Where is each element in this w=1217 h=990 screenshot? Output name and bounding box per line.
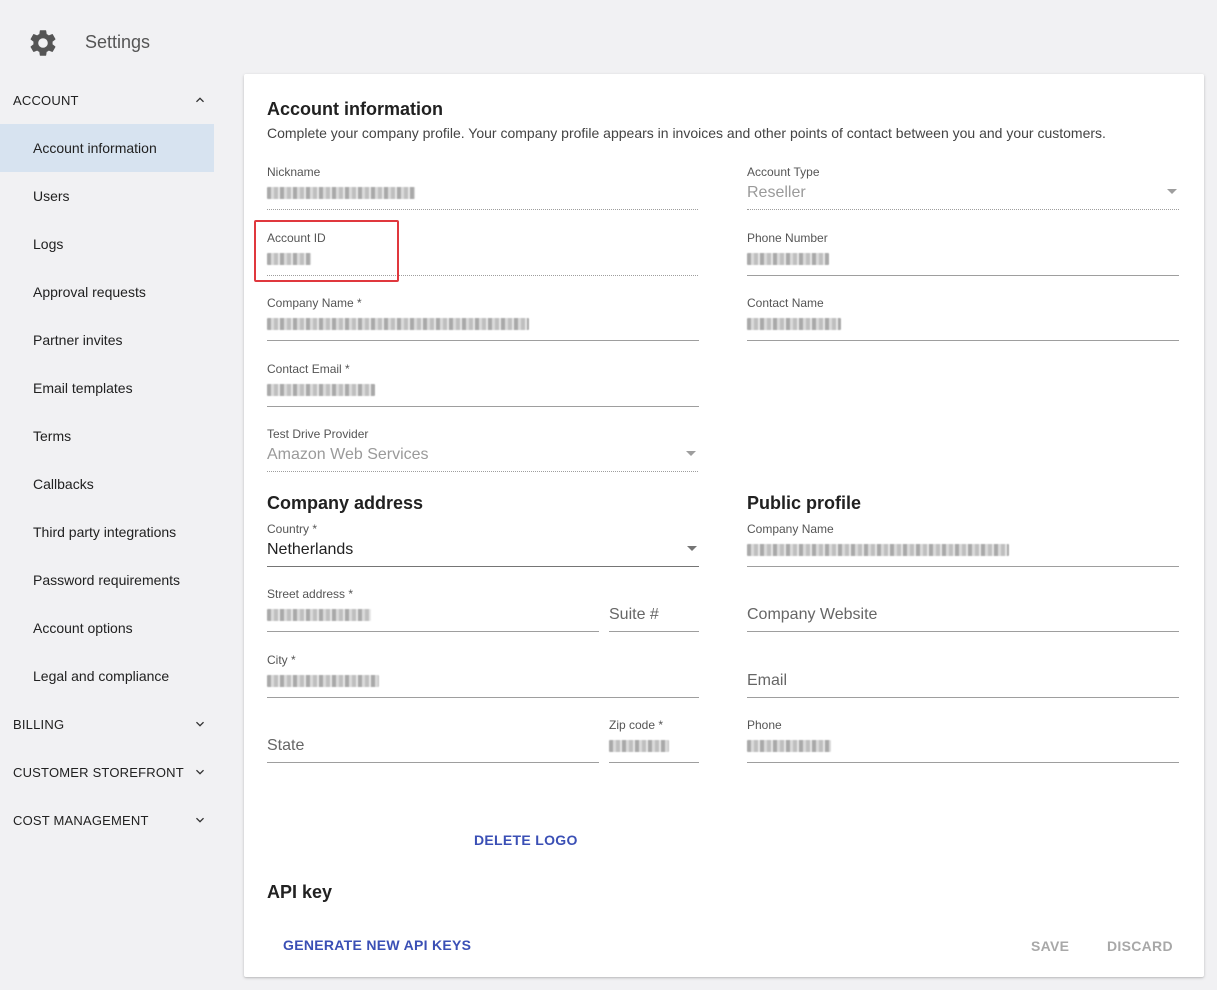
public-phone-field[interactable]: Phone [747,717,1179,763]
state-field[interactable]: State [267,717,599,763]
public-profile-title: Public profile [747,493,862,513]
card-title: Account information [267,99,443,119]
sidebar-item-callbacks[interactable]: Callbacks [0,460,214,508]
field-label: Contact Name [747,296,824,310]
field-label: Zip code * [609,718,664,732]
sidebar-section-label: ACCOUNT [13,92,79,108]
dropdown-caret-icon [687,546,697,551]
contact-email-field[interactable]: Contact Email * [267,361,699,407]
sidebar-item-third-party-integrations[interactable]: Third party integrations [0,508,214,556]
sidebar-item-approval-requests[interactable]: Approval requests [0,268,214,316]
settings-sidebar: ACCOUNT Account information Users Logs A… [0,76,214,844]
account-type-value: Reseller [747,184,806,201]
sidebar-section-account[interactable]: ACCOUNT [0,76,214,124]
discard-button[interactable]: DISCARD [1107,938,1173,954]
account-type-select[interactable]: Account Type Reseller [747,164,1179,210]
zip-code-field[interactable]: Zip code * [609,717,699,763]
field-label: Contact Email * [267,362,350,376]
sidebar-item-email-templates[interactable]: Email templates [0,364,214,412]
test-drive-provider-select[interactable]: Test Drive Provider Amazon Web Services [267,426,698,472]
app-header: Settings [0,0,1217,84]
sidebar-item-logs[interactable]: Logs [0,220,214,268]
sidebar-item-partner-invites[interactable]: Partner invites [0,316,214,364]
street-address-value [267,602,599,628]
company-address-title: Company address [267,493,424,513]
company-website-placeholder: Company Website [747,606,878,623]
nickname-value [267,180,698,206]
field-label: Nickname [267,165,321,179]
sidebar-item-account-options[interactable]: Account options [0,604,214,652]
test-drive-provider-value: Amazon Web Services [267,446,429,463]
state-placeholder: State [267,737,305,754]
company-name-field[interactable]: Company Name * [267,295,699,341]
account-id-highlight [254,220,399,282]
chevron-up-icon [196,97,204,103]
public-email-field[interactable]: Email [747,652,1179,698]
field-label: Company Name * [267,296,362,310]
generate-api-keys-button[interactable]: GENERATE NEW API KEYS [283,937,471,953]
sidebar-section-billing[interactable]: BILLING [0,700,214,748]
account-information-card: Account information Complete your compan… [244,74,1204,977]
field-label: Test Drive Provider [267,427,369,441]
public-company-name-value [747,537,1179,563]
public-company-name-field[interactable]: Company Name [747,521,1179,567]
chevron-down-icon [196,721,204,727]
nickname-field[interactable]: Nickname [267,164,698,210]
street-address-field[interactable]: Street address * [267,586,599,632]
dropdown-caret-icon [686,451,696,456]
phone-number-field[interactable]: Phone Number [747,230,1179,276]
sidebar-item-account-information[interactable]: Account information [0,124,214,172]
field-label: Street address * [267,587,354,601]
contact-name-field[interactable]: Contact Name [747,295,1179,341]
city-value [267,668,699,694]
contact-name-value [747,311,1179,337]
sidebar-section-cost-management[interactable]: COST MANAGEMENT [0,796,214,844]
gear-icon [30,30,56,56]
chevron-down-icon [196,769,204,775]
delete-logo-button[interactable]: DELETE LOGO [474,832,578,848]
sidebar-item-users[interactable]: Users [0,172,214,220]
sidebar-section-label: COST MANAGEMENT [13,812,149,828]
country-select[interactable]: Country * Netherlands [267,521,699,567]
company-website-field[interactable]: Company Website [747,586,1179,632]
field-label: Phone Number [747,231,828,245]
country-value: Netherlands [267,541,354,558]
page-title: Settings [85,32,151,52]
sidebar-section-customer-storefront[interactable]: CUSTOMER STOREFRONT [0,748,214,796]
sidebar-item-password-requirements[interactable]: Password requirements [0,556,214,604]
field-label: Company Name [747,522,834,536]
contact-email-value [267,377,699,403]
chevron-down-icon [196,817,204,823]
sidebar-item-legal-and-compliance[interactable]: Legal and compliance [0,652,214,700]
sidebar-section-label: CUSTOMER STOREFRONT [13,764,184,780]
company-name-value [267,311,699,337]
field-label: City * [267,653,296,667]
phone-number-value [747,246,1179,272]
public-phone-value [747,733,1179,759]
field-label: Country * [267,522,318,536]
suite-placeholder: Suite # [609,606,659,623]
public-email-placeholder: Email [747,672,788,689]
save-button[interactable]: SAVE [1031,938,1069,954]
field-label: Account Type [747,165,820,179]
zip-code-value [609,733,699,759]
dropdown-caret-icon [1167,189,1177,194]
api-key-title: API key [267,882,333,902]
suite-field[interactable]: Suite # [609,586,699,632]
field-label: Phone [747,718,782,732]
sidebar-section-label: BILLING [13,716,65,732]
card-description: Complete your company profile. Your comp… [267,125,1106,141]
city-field[interactable]: City * [267,652,699,698]
sidebar-item-terms[interactable]: Terms [0,412,214,460]
